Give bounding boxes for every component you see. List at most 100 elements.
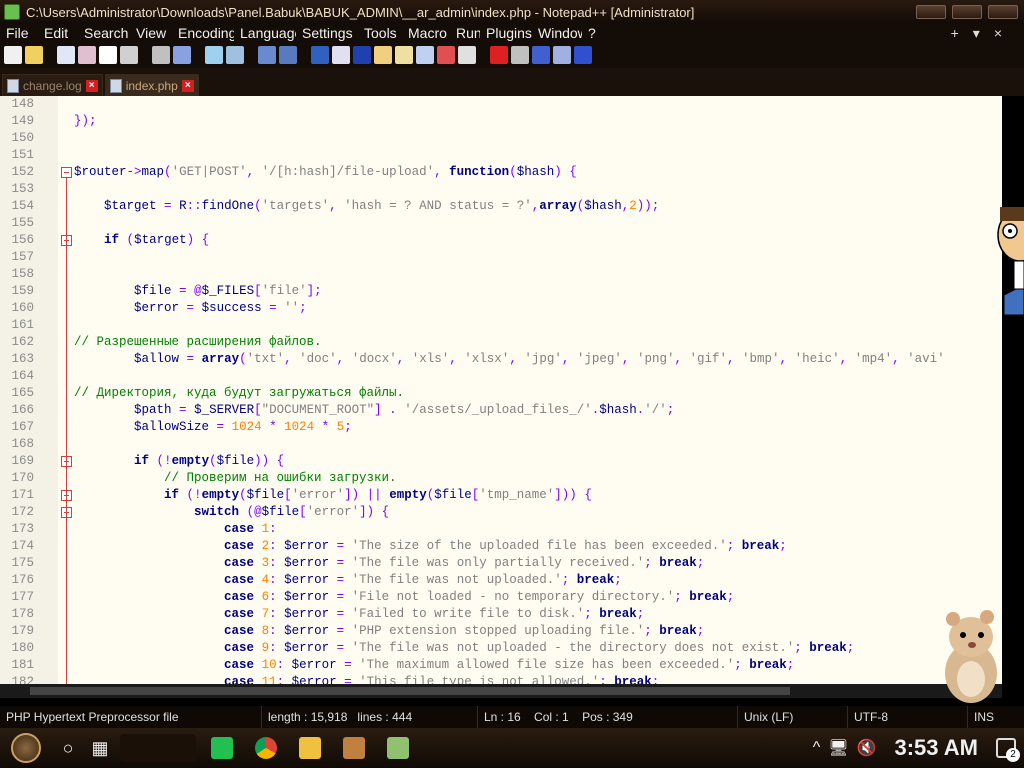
taskbar-app-chrome[interactable]	[244, 728, 288, 768]
taskbar-app-notes[interactable]	[200, 728, 244, 768]
save-macro-icon[interactable]	[574, 46, 592, 64]
code-line[interactable]: 169 if (!empty($file)) {	[0, 453, 1002, 470]
code-line[interactable]: 167 $allowSize = 1024 * 1024 * 5;	[0, 419, 1002, 436]
window-titlebar[interactable]: C:\Users\Administrator\Downloads\Panel.B…	[0, 0, 1024, 24]
menu-search[interactable]: Search	[78, 25, 130, 41]
menu-edit[interactable]: Edit	[38, 25, 78, 41]
minimize-button[interactable]	[916, 5, 946, 19]
code-line[interactable]: 175 case 3: $error = 'The file was only …	[0, 555, 1002, 572]
close-tab-icon[interactable]: ×	[85, 79, 98, 92]
sync-scroll-icon[interactable]	[311, 46, 329, 64]
code-line[interactable]: 166 $path = $_SERVER["DOCUMENT_ROOT"] . …	[0, 402, 1002, 419]
menu-tools[interactable]: Tools	[358, 25, 402, 41]
copy-icon[interactable]	[173, 46, 191, 64]
play-macro-icon[interactable]	[532, 46, 550, 64]
doc-map-icon[interactable]	[395, 46, 413, 64]
code-line[interactable]: 157	[0, 249, 1002, 266]
code-line[interactable]: 181 case 10: $error = 'The maximum allow…	[0, 657, 1002, 674]
status-position[interactable]: Ln : 16 Col : 1 Pos : 349	[478, 706, 738, 728]
code-line[interactable]: 163 $allow = array('txt', 'doc', 'docx',…	[0, 351, 1002, 368]
replace-icon[interactable]	[226, 46, 244, 64]
status-insert-mode[interactable]: INS	[968, 706, 1024, 728]
clock[interactable]: 3:53 AM	[884, 735, 988, 761]
menu-window[interactable]: Window	[532, 25, 582, 41]
notification-center-icon[interactable]: 2	[996, 738, 1020, 762]
menu-file[interactable]: File	[0, 25, 38, 41]
code-line[interactable]: 153	[0, 181, 1002, 198]
task-view-icon[interactable]: ▦	[84, 728, 116, 768]
code-line[interactable]: 156 if ($target) {	[0, 232, 1002, 249]
code-line[interactable]: 170 // Проверим на ошибки загрузки.	[0, 470, 1002, 487]
tab-index-php[interactable]: index.php ×	[104, 74, 199, 96]
menu-language[interactable]: Language	[234, 25, 296, 41]
monitoring-icon[interactable]	[458, 46, 476, 64]
code-line[interactable]: 179 case 8: $error = 'PHP extension stop…	[0, 623, 1002, 640]
open-file-icon[interactable]	[25, 46, 43, 64]
show-all-chars-icon[interactable]	[353, 46, 371, 64]
menu-encoding[interactable]: Encoding	[172, 25, 234, 41]
word-wrap-icon[interactable]	[332, 46, 350, 64]
save-icon[interactable]	[57, 46, 75, 64]
new-file-icon[interactable]	[4, 46, 22, 64]
zoom-in-icon[interactable]	[258, 46, 276, 64]
code-line[interactable]: 164	[0, 368, 1002, 385]
maximize-button[interactable]	[952, 5, 982, 19]
code-line[interactable]: 150	[0, 130, 1002, 147]
scrollbar-thumb[interactable]	[30, 687, 790, 695]
stop-macro-icon[interactable]	[511, 46, 529, 64]
code-line[interactable]: 152 $router->map('GET|POST', '/[h:hash]/f…	[0, 164, 1002, 181]
tab-change-log[interactable]: change.log ×	[2, 74, 103, 96]
code-line[interactable]: 165 // Директория, куда будут загружаться…	[0, 385, 1002, 402]
code-line[interactable]: 155	[0, 215, 1002, 232]
code-line[interactable]: 162 // Разрешенные расширения файлов.	[0, 334, 1002, 351]
close-icon[interactable]	[99, 46, 117, 64]
indent-guide-icon[interactable]	[374, 46, 392, 64]
status-eol[interactable]: Unix (LF)	[738, 706, 848, 728]
network-icon[interactable]: 🖥	[828, 738, 848, 758]
menu-settings[interactable]: Settings	[296, 25, 358, 41]
run-macro-multiple-icon[interactable]	[553, 46, 571, 64]
menu-macro[interactable]: Macro	[402, 25, 450, 41]
tray-overflow-icon[interactable]: ^	[813, 739, 821, 757]
code-line[interactable]: 173 case 1:	[0, 521, 1002, 538]
taskbar-app-notepadpp[interactable]	[376, 728, 420, 768]
code-line[interactable]: 172 switch (@$file['error']) {	[0, 504, 1002, 521]
folder-workspace-icon[interactable]	[437, 46, 455, 64]
code-line[interactable]: 171 if (!empty($file['error']) || empty(…	[0, 487, 1002, 504]
taskbar-app-explorer[interactable]	[288, 728, 332, 768]
status-encoding[interactable]: UTF-8	[848, 706, 968, 728]
volume-muted-icon[interactable]: 🔇	[857, 738, 877, 758]
cut-icon[interactable]	[152, 46, 170, 64]
code-line[interactable]: 176 case 4: $error = 'The file was not u…	[0, 572, 1002, 589]
start-button[interactable]	[0, 728, 52, 768]
code-line[interactable]: 158	[0, 266, 1002, 283]
code-line[interactable]: 154 $target = R::findOne('targets', 'has…	[0, 198, 1002, 215]
menu-run[interactable]: Run	[450, 25, 480, 41]
fold-toggle-icon[interactable]	[61, 167, 72, 178]
horizontal-scrollbar[interactable]	[0, 684, 1002, 698]
code-line[interactable]: 161	[0, 317, 1002, 334]
code-line[interactable]: 168	[0, 436, 1002, 453]
print-icon[interactable]	[120, 46, 138, 64]
tab-list-dropdown-icon[interactable]: ▾	[973, 25, 980, 42]
menu-plugins[interactable]: Plugins	[480, 25, 532, 41]
record-macro-icon[interactable]	[490, 46, 508, 64]
code-line[interactable]: 182 case 11: $error = 'This file type is…	[0, 674, 1002, 684]
menu-view[interactable]: View	[130, 25, 172, 41]
new-tab-icon[interactable]: +	[951, 25, 959, 42]
code-line[interactable]: 148	[0, 96, 1002, 113]
find-icon[interactable]	[205, 46, 223, 64]
close-window-button[interactable]	[988, 5, 1018, 19]
code-line[interactable]: 159 $file = @$_FILES['file'];	[0, 283, 1002, 300]
code-line[interactable]: 151	[0, 147, 1002, 164]
close-tab-icon[interactable]: ×	[181, 79, 194, 92]
search-circle-icon[interactable]: ○	[52, 728, 84, 768]
taskbar-app-game[interactable]	[332, 728, 376, 768]
code-line[interactable]: 178 case 7: $error = 'Failed to write fi…	[0, 606, 1002, 623]
close-tab-icon[interactable]: ×	[994, 25, 1002, 42]
code-line[interactable]: 180 case 9: $error = 'The file was not u…	[0, 640, 1002, 657]
code-line[interactable]: 177 case 6: $error = 'File not loaded - …	[0, 589, 1002, 606]
zoom-out-icon[interactable]	[279, 46, 297, 64]
code-line[interactable]: 174 case 2: $error = 'The size of the up…	[0, 538, 1002, 555]
code-line[interactable]: 160 $error = $success = '';	[0, 300, 1002, 317]
